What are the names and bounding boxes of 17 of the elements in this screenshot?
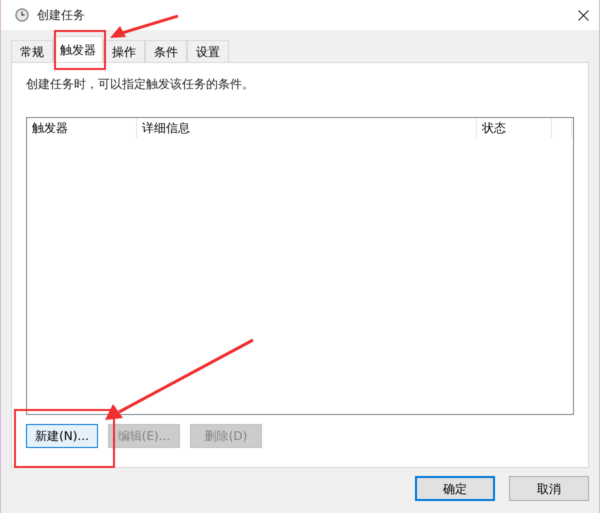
description-text: 创建任务时，可以指定触发该任务的条件。 <box>26 76 255 93</box>
tab[interactable]: 操作 <box>103 40 145 62</box>
tab[interactable]: 触发器 <box>53 36 103 62</box>
dialog-button[interactable]: 取消 <box>509 476 589 501</box>
dialog-button[interactable]: 确定 <box>415 476 495 501</box>
clock-icon <box>15 8 29 22</box>
action-button[interactable]: 新建(N)... <box>26 424 98 448</box>
column-header[interactable]: 触发器 <box>27 118 137 138</box>
close-icon[interactable] <box>578 10 589 20</box>
highlight-frame <box>54 30 106 70</box>
window-title: 创建任务 <box>37 7 85 24</box>
tab[interactable]: 条件 <box>145 40 187 62</box>
column-header[interactable]: 状态 <box>477 118 552 138</box>
tab[interactable]: 设置 <box>187 40 229 62</box>
annotation-arrow <box>108 14 180 39</box>
tab[interactable]: 常规 <box>11 40 53 62</box>
column-header[interactable]: 详细信息 <box>137 118 477 138</box>
